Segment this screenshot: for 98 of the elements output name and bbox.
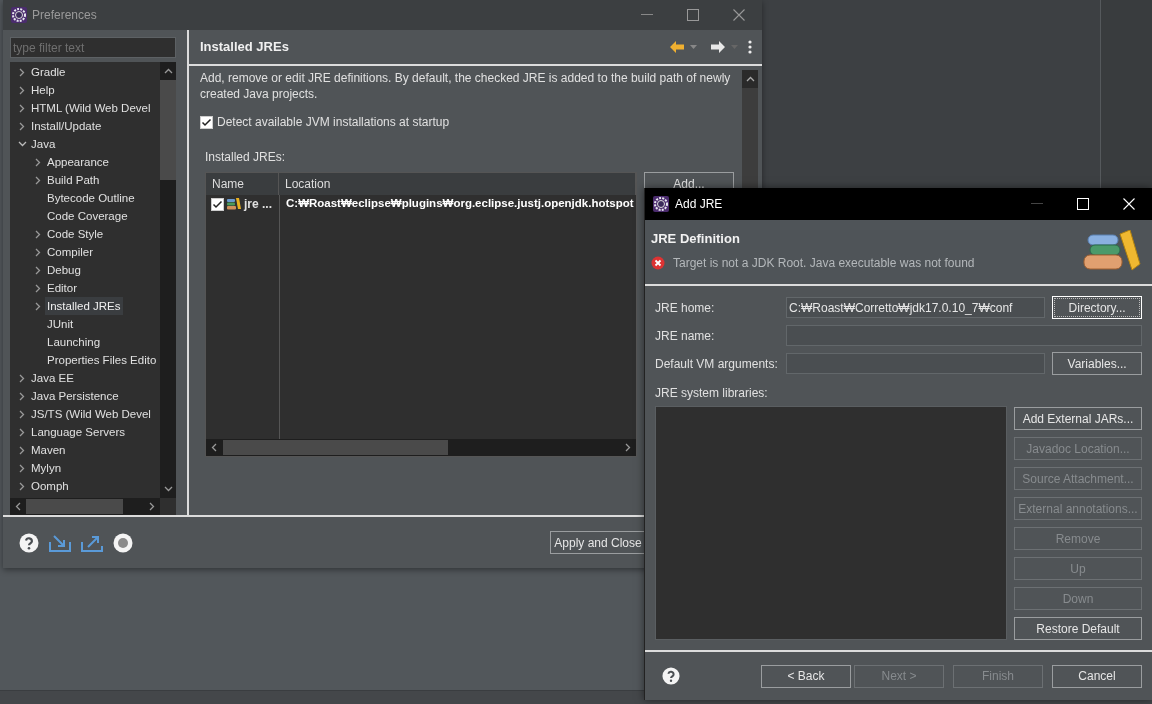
chevron-left-icon[interactable] <box>211 443 217 452</box>
back-arrow-icon[interactable] <box>670 41 684 53</box>
help-icon[interactable] <box>19 532 39 553</box>
input-field[interactable] <box>786 325 1142 346</box>
chevron-right-icon[interactable] <box>35 247 41 257</box>
chevron-right-icon[interactable] <box>35 283 41 293</box>
tree-item[interactable]: Help <box>29 81 57 99</box>
error-message: Target is not a JDK Root. Java executable was not found <box>673 254 975 272</box>
tree-item[interactable]: Java Persistence <box>29 387 121 405</box>
chevron-down-icon[interactable] <box>163 486 173 492</box>
chevron-right-icon[interactable] <box>35 265 41 275</box>
help-icon[interactable] <box>662 667 680 685</box>
tree-item[interactable]: Maven <box>29 441 68 459</box>
input-field[interactable] <box>786 353 1046 374</box>
tree-item[interactable]: HTML (Wild Web Devel <box>29 99 153 117</box>
window-title: Add JRE <box>675 196 723 213</box>
tree-item[interactable]: Editor <box>45 279 80 297</box>
error-icon <box>651 255 665 270</box>
chevron-down-icon[interactable] <box>17 141 27 147</box>
chevron-up-icon[interactable] <box>745 76 755 82</box>
tree-item[interactable]: Bytecode Outline <box>45 189 137 207</box>
scrollbar-thumb[interactable] <box>223 440 448 455</box>
tree-item[interactable]: Debug <box>45 261 83 279</box>
table-cell-text: jre ... <box>244 196 272 213</box>
chevron-right-icon[interactable] <box>19 445 25 455</box>
field-label: JRE name: <box>655 327 716 345</box>
description: Add, remove or edit JRE definitions. By default, the checked JRE is added to the build path of newly created Java projects. <box>200 70 732 102</box>
chevron-right-icon[interactable] <box>19 481 25 491</box>
list-label: Installed JREs: <box>205 149 286 166</box>
scrollbar-thumb[interactable] <box>26 499 123 514</box>
tree-item[interactable]: JUnit <box>45 315 76 333</box>
dialog-heading: JRE Definition <box>651 230 740 248</box>
minimize-icon[interactable] <box>641 14 653 16</box>
tree-item[interactable]: Launching <box>45 333 103 351</box>
tree-item[interactable]: Mylyn <box>29 459 64 477</box>
chevron-right-icon[interactable] <box>35 301 41 311</box>
scrollbar[interactable] <box>10 498 160 515</box>
table-cell-text: C:₩Roast₩eclipse₩plugins₩org.eclipse.justj.openjdk.hotspot <box>285 196 634 212</box>
input-field[interactable]: C:₩Roast₩Corretto₩jdk17.0.10_7₩conf <box>786 297 1046 318</box>
button[interactable]: Restore Default <box>1014 617 1142 640</box>
chevron-right-icon[interactable] <box>35 157 41 167</box>
chevron-right-icon[interactable] <box>19 85 25 95</box>
app-icon <box>11 7 27 23</box>
column-header[interactable]: Name <box>206 173 279 195</box>
list-label: JRE system libraries: <box>655 385 768 402</box>
chevron-right-icon[interactable] <box>149 502 155 511</box>
tree-item[interactable]: Code Style <box>45 225 106 243</box>
button[interactable]: Cancel <box>1052 664 1142 688</box>
tree-item[interactable]: Oomph <box>29 477 71 495</box>
books-icon <box>227 198 241 210</box>
tree-item[interactable]: Java <box>29 135 58 153</box>
chevron-right-icon[interactable] <box>19 121 25 131</box>
button[interactable]: Directory... <box>1052 296 1142 319</box>
scrollbar[interactable] <box>160 62 176 498</box>
forward-arrow-icon[interactable] <box>711 41 725 53</box>
checkbox[interactable] <box>200 115 213 129</box>
import-icon[interactable] <box>49 533 71 552</box>
button[interactable]: Variables... <box>1052 352 1142 375</box>
chevron-right-icon[interactable] <box>19 409 25 419</box>
export-icon[interactable] <box>81 533 103 552</box>
tree-item[interactable]: Language Servers <box>29 423 127 441</box>
chevron-right-icon[interactable] <box>19 427 25 437</box>
button[interactable]: Apply and Close <box>550 531 646 554</box>
scrollbar[interactable] <box>206 439 636 456</box>
checkbox[interactable] <box>211 197 224 211</box>
more-icon[interactable] <box>748 40 752 54</box>
tree-item[interactable]: Compiler <box>45 243 95 261</box>
chevron-right-icon[interactable] <box>19 463 25 473</box>
record-icon[interactable] <box>113 532 133 553</box>
chevron-right-icon[interactable] <box>35 175 41 185</box>
tree-item[interactable]: Installed JREs <box>45 297 123 315</box>
field-label: JRE home: <box>655 299 716 317</box>
window-title: Preferences <box>32 7 97 24</box>
tree-item[interactable]: Install/Update <box>29 117 104 135</box>
tree-item[interactable]: Appearance <box>45 153 112 171</box>
app-icon <box>653 196 669 212</box>
tree-item[interactable]: Java EE <box>29 369 76 387</box>
checkbox-label[interactable]: Detect available JVM installations at startup <box>217 113 450 131</box>
chevron-right-icon[interactable] <box>625 443 631 452</box>
column-header[interactable]: Location <box>279 173 636 195</box>
chevron-right-icon[interactable] <box>19 373 25 383</box>
scrollbar-thumb[interactable] <box>160 80 176 180</box>
tree-item[interactable]: Properties Files Edito <box>45 351 159 369</box>
field-label: Default VM arguments: <box>655 355 779 373</box>
tree-item[interactable]: Code Coverage <box>45 207 130 225</box>
page-title: Installed JREs <box>200 38 289 57</box>
button[interactable]: < Back <box>761 664 851 688</box>
chevron-right-icon[interactable] <box>19 67 25 77</box>
chevron-right-icon[interactable] <box>35 229 41 239</box>
chevron-left-icon[interactable] <box>15 502 21 511</box>
chevron-right-icon[interactable] <box>19 103 25 113</box>
tree-item[interactable]: Gradle <box>29 63 68 81</box>
chevron-up-icon[interactable] <box>163 68 173 74</box>
filter-field[interactable]: type filter text <box>10 37 176 58</box>
tree-item[interactable]: JS/TS (Wild Web Devel <box>29 405 153 423</box>
chevron-right-icon[interactable] <box>19 391 25 401</box>
tree-item[interactable]: Build Path <box>45 171 102 189</box>
button[interactable]: Add External JARs... <box>1014 407 1142 430</box>
